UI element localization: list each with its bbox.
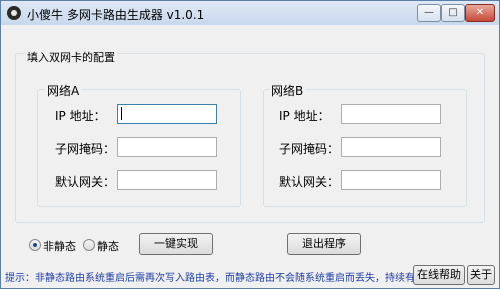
app-icon — [7, 6, 21, 20]
network-a-gateway-label: 默认网关： — [55, 175, 116, 189]
network-a-gateway-field[interactable] — [117, 170, 217, 190]
network-a-mask-label: 子网掩码： — [55, 142, 116, 156]
about-button[interactable]: 关于 — [467, 265, 495, 285]
exit-button[interactable]: 退出程序 — [287, 233, 361, 255]
maximize-icon: □ — [448, 7, 458, 18]
network-b-gateway-label: 默认网关： — [279, 175, 340, 189]
non-static-label[interactable]: 非静态 — [43, 238, 76, 254]
help-button[interactable]: 在线帮助 — [413, 265, 465, 285]
close-button[interactable]: ✕ — [465, 4, 495, 22]
window-title: 小傻牛 多网卡路由生成器 v1.0.1 — [27, 8, 205, 22]
tip-text: 提示：非静态路由系统重启后需再次写入路由表，而静态路由不会随系统重启而丢失，持续… — [5, 273, 425, 284]
generate-button[interactable]: 一键实现 — [139, 233, 213, 255]
network-b-legend: 网络B — [269, 82, 306, 99]
network-a-legend: 网络A — [45, 82, 82, 99]
minimize-icon: — — [424, 7, 434, 18]
network-b-mask-label: 子网掩码： — [279, 142, 340, 156]
app-window: 小傻牛 多网卡路由生成器 v1.0.1 — □ ✕ 填入双网卡的配置 网络A I… — [0, 0, 500, 289]
static-radio[interactable] — [83, 239, 95, 251]
network-b-gateway-field[interactable] — [341, 170, 441, 190]
network-a-mask-field[interactable] — [117, 137, 217, 157]
network-b-ip-label: IP 地址： — [279, 109, 330, 123]
network-a-ip-field[interactable] — [117, 104, 217, 124]
non-static-radio[interactable] — [29, 239, 41, 251]
title-bar[interactable]: 小傻牛 多网卡路由生成器 v1.0.1 — □ ✕ — [1, 1, 499, 25]
network-a-ip-label: IP 地址： — [55, 109, 106, 123]
minimize-button[interactable]: — — [417, 4, 441, 22]
text-caret — [121, 107, 122, 120]
network-b-ip-field[interactable] — [341, 104, 441, 124]
network-b-mask-field[interactable] — [341, 137, 441, 157]
maximize-button[interactable]: □ — [441, 4, 465, 22]
static-label[interactable]: 静态 — [97, 238, 119, 254]
config-group-legend: 填入双网卡的配置 — [25, 49, 117, 65]
close-icon: ✕ — [475, 7, 485, 18]
